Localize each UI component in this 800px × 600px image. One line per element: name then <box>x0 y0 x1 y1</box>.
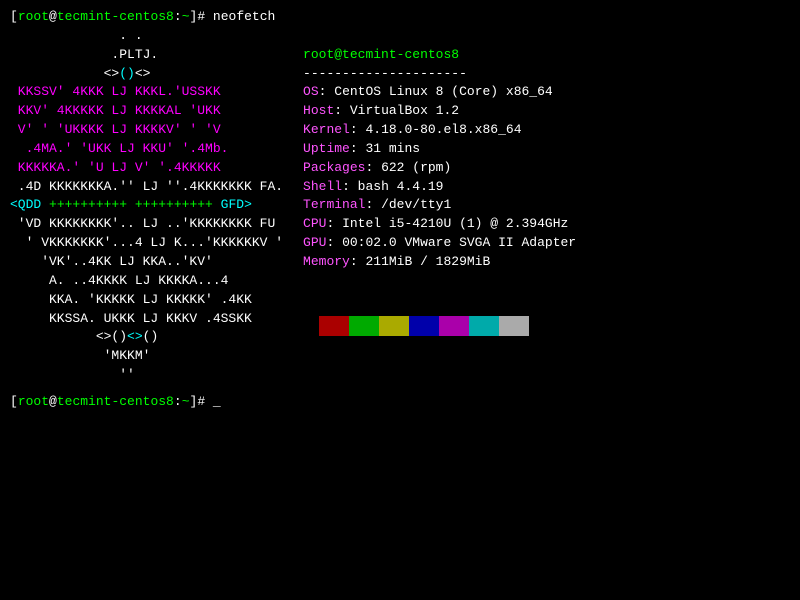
terminal-colon: : <box>365 197 381 212</box>
prompt-bracket-close: : <box>174 9 182 24</box>
shell-label: Shell <box>303 179 342 194</box>
cpu-label: CPU <box>303 216 326 231</box>
prompt2-bracket-open: [ <box>10 394 18 409</box>
kernel-label: Kernel <box>303 122 350 137</box>
kernel-value: 4.18.0-80.el8.x86_64 <box>365 122 521 137</box>
packages-colon: : <box>365 160 381 175</box>
os-label: OS <box>303 84 319 99</box>
username-host: root@tecmint-centos8 <box>303 47 459 62</box>
prompt2-user: root <box>18 394 49 409</box>
prompt2-host: tecmint-centos8 <box>57 394 174 409</box>
os-value: CentOS Linux 8 (Core) x86_64 <box>334 84 552 99</box>
gpu-colon: : <box>326 235 342 250</box>
prompt-hash: # <box>197 9 205 24</box>
swatch-yellow <box>379 316 409 336</box>
swatch-red <box>319 316 349 336</box>
prompt-host: tecmint-centos8 <box>57 9 174 24</box>
memory-label: Memory <box>303 254 350 269</box>
memory-value: 211MiB / 1829MiB <box>365 254 490 269</box>
shell-colon: : <box>342 179 358 194</box>
terminal-label: Terminal <box>303 197 365 212</box>
host-value: VirtualBox 1.2 <box>350 103 459 118</box>
ascii-art: . . .PLTJ. <>()<> KKSSV' 4KKK LJ KKKL.'U… <box>10 27 283 385</box>
swatch-magenta <box>439 316 469 336</box>
prompt2-at: @ <box>49 394 57 409</box>
os-colon: : <box>319 84 335 99</box>
prompt2-tilde: ~ <box>182 394 190 409</box>
packages-label: Packages <box>303 160 365 175</box>
prompt2-hash: # <box>197 394 205 409</box>
color-swatches <box>303 297 576 343</box>
prompt-command: neofetch <box>205 9 275 24</box>
swatch-blue <box>409 316 439 336</box>
first-prompt-line: [root@tecmint-centos8:~]# neofetch <box>10 8 790 27</box>
swatch-green <box>349 316 379 336</box>
prompt-bracket-open: [ <box>10 9 18 24</box>
prompt-tilde: ~ <box>182 9 190 24</box>
neofetch-output: . . .PLTJ. <>()<> KKSSV' 4KKK LJ KKKL.'U… <box>10 27 790 385</box>
cpu-colon: : <box>326 216 342 231</box>
second-prompt-line: [root@tecmint-centos8:~]# _ <box>10 393 790 412</box>
shell-value: bash 4.4.19 <box>358 179 444 194</box>
gpu-label: GPU <box>303 235 326 250</box>
gpu-value: 00:02.0 VMware SVGA II Adapter <box>342 235 576 250</box>
system-info: root@tecmint-centos8 -------------------… <box>283 27 576 380</box>
swatch-cyan <box>469 316 499 336</box>
host-colon: : <box>334 103 350 118</box>
kernel-colon: : <box>350 122 366 137</box>
prompt-user: root <box>18 9 49 24</box>
uptime-colon: : <box>350 141 366 156</box>
swatch-white <box>499 316 529 336</box>
separator: --------------------- <box>303 66 467 81</box>
cpu-value: Intel i5-4210U (1) @ 2.394GHz <box>342 216 568 231</box>
uptime-label: Uptime <box>303 141 350 156</box>
host-label: Host <box>303 103 334 118</box>
memory-colon: : <box>350 254 366 269</box>
prompt2-colon: : <box>174 394 182 409</box>
packages-value: 622 (rpm) <box>381 160 451 175</box>
prompt-at: @ <box>49 9 57 24</box>
terminal-value: /dev/tty1 <box>381 197 451 212</box>
uptime-value: 31 mins <box>365 141 420 156</box>
prompt2-cursor: _ <box>205 394 221 409</box>
terminal: [root@tecmint-centos8:~]# neofetch . . .… <box>0 0 800 600</box>
